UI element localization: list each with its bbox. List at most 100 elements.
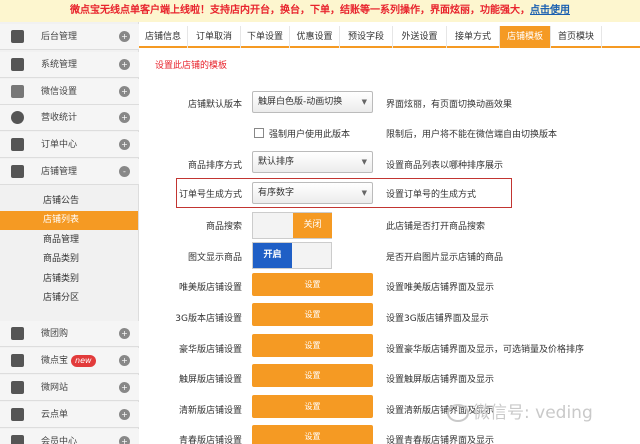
sidebar-item-microsite[interactable]: 微网站 + [0,375,139,401]
tab-bar: 店铺信息 订单取消 下单设置 优惠设置 预设字段 外送设置 接单方式 店铺模板 … [139,26,640,48]
field-label: 唯美版店铺设置 [178,283,242,293]
field-desc: 此店铺是否打开商品搜索 [386,222,486,232]
field-desc: 设置商品列表以哪种排序展示 [386,161,504,171]
sidebar-item-label: 营收统计 [41,113,78,123]
expand-icon[interactable]: + [119,59,130,70]
default-version-select[interactable]: 触屏白色版-动画切换 ▼ [252,91,373,113]
sidebar-subitem-zones[interactable]: 店铺分区 [0,289,138,308]
dropdown-arrow-icon: ▼ [361,98,367,106]
field-desc: 设置豪华版店铺界面及显示，可选销量及价格排序 [386,345,585,355]
field-label: 清新版店铺设置 [178,406,242,416]
sidebar-item-revenue[interactable]: 营收统计 + [0,105,139,131]
tab-store-template[interactable]: 店铺模板 [500,26,551,48]
sidebar-item-label: 微网站 [41,383,69,393]
sidebar-item-cloud-order[interactable]: 云点单 + [0,402,139,428]
checkbox-label: 强制用户使用此版本 [269,130,351,140]
tab-accept-method[interactable]: 接单方式 [447,26,500,48]
settings-button[interactable]: 设置 [252,303,373,326]
sidebar-item-backend[interactable]: 后台管理 + [0,24,139,50]
site-icon [11,381,24,394]
sidebar-subitem-products[interactable]: 商品管理 [0,231,138,250]
field-desc: 设置青春版店铺界面及显示 [386,436,495,444]
select-value: 有序数字 [258,188,295,198]
field-label: 豪华版店铺设置 [178,345,242,355]
banner-text: 微点宝无线点单客户端上线啦！支持店内开台，换台，下单，结账等一系列操作，界面炫丽… [70,5,530,16]
dropdown-arrow-icon: ▼ [361,189,367,197]
watermark-text: 微信号: veding [473,403,593,423]
field-label: 店铺默认版本 [187,100,242,110]
sidebar-item-members[interactable]: 会员中心 + [0,429,139,444]
sidebar-item-label: 云点单 [41,410,69,420]
field-label: 3G版本店铺设置 [175,314,242,324]
expand-icon[interactable]: + [119,139,130,150]
field-desc: 设置3G版店铺界面及显示 [386,314,489,324]
sidebar-item-groupbuy[interactable]: 微团购 + [0,321,139,347]
field-desc: 设置触屏版店铺界面及显示 [386,375,495,385]
toggle-on-label: 开启 [253,243,292,268]
field-desc: 限制后，用户将不能在微信端自由切换版本 [386,130,558,140]
tab-store-info[interactable]: 店铺信息 [139,26,188,48]
tab-preset-fields[interactable]: 预设字段 [340,26,393,48]
tab-order-cancel[interactable]: 订单取消 [188,26,241,48]
field-label: 青春版店铺设置 [178,436,242,444]
field-desc: 设置唯美版店铺界面及显示 [386,283,495,293]
field-label: 商品搜索 [205,222,242,232]
expand-icon[interactable]: + [119,328,130,339]
expand-icon[interactable]: + [119,31,130,42]
field-label: 图文显示商品 [187,253,242,263]
sidebar-item-label: 订单中心 [41,140,78,150]
tab-home-modules[interactable]: 首页模块 [551,26,602,48]
sidebar-subitem-notice[interactable]: 店铺公告 [0,192,138,211]
product-sort-select[interactable]: 默认排序 ▼ [252,151,373,173]
section-title: 设置此店铺的模板 [155,61,228,71]
expand-icon[interactable]: + [119,382,130,393]
sidebar-item-orders[interactable]: 订单中心 + [0,132,139,158]
member-icon [11,435,24,444]
sidebar-item-label: 系统管理 [41,60,78,70]
settings-button[interactable]: 设置 [252,364,373,387]
settings-button[interactable]: 设置 [252,425,373,444]
expand-icon[interactable]: + [119,86,130,97]
tab-discount[interactable]: 优惠设置 [290,26,340,48]
dropdown-arrow-icon: ▼ [361,158,367,166]
grid-icon [11,30,24,43]
expand-icon[interactable]: + [119,112,130,123]
sidebar-item-wechat[interactable]: 微信设置 + [0,79,139,105]
order-number-select[interactable]: 有序数字 ▼ [252,182,373,204]
field-desc: 是否开启图片显示店铺的商品 [386,253,504,263]
select-value: 默认排序 [258,157,295,167]
store-icon [11,165,24,178]
sidebar-subitem-store-list[interactable]: 店铺列表 [0,211,138,230]
force-version-checkbox[interactable] [254,128,264,138]
sidebar-subitem-store-categories[interactable]: 店铺类别 [0,270,138,289]
expand-icon[interactable]: + [119,436,130,444]
expand-icon[interactable]: + [119,355,130,366]
field-label: 商品排序方式 [187,161,242,171]
toggle-off-label: 关闭 [293,213,332,238]
field-label: 订单号生成方式 [178,190,242,200]
sidebar-subitem-product-categories[interactable]: 商品类别 [0,250,138,269]
product-search-toggle[interactable]: 关闭 [252,212,332,239]
sidebar-item-label: 微点宝 [41,356,69,366]
sidebar-item-weidianbao[interactable]: 微点宝 new + [0,348,139,374]
grid-icon [11,58,24,71]
cloud-icon [11,408,24,421]
image-display-toggle[interactable]: 开启 [252,242,332,269]
banner-link[interactable]: 点击使用 [530,5,570,16]
sidebar-item-label: 店铺管理 [41,167,78,177]
tab-delivery[interactable]: 外送设置 [393,26,447,48]
tab-order-settings[interactable]: 下单设置 [241,26,290,48]
sidebar-item-label: 微团购 [41,329,69,339]
chart-icon [11,111,24,124]
announcement-banner: 微点宝无线点单客户端上线啦！支持店内开台，换台，下单，结账等一系列操作，界面炫丽… [0,0,640,22]
sidebar-item-system[interactable]: 系统管理 + [0,52,139,78]
expand-icon[interactable]: + [119,409,130,420]
settings-button[interactable]: 设置 [252,395,373,418]
settings-button[interactable]: 设置 [252,334,373,357]
watermark: 微信号: veding [447,398,593,423]
select-value: 触屏白色版-动画切换 [258,97,343,107]
sidebar-item-store[interactable]: 店铺管理 - [0,159,139,185]
settings-button[interactable]: 设置 [252,273,373,296]
collapse-icon[interactable]: - [119,166,130,177]
sidebar-item-label: 后台管理 [41,32,78,42]
